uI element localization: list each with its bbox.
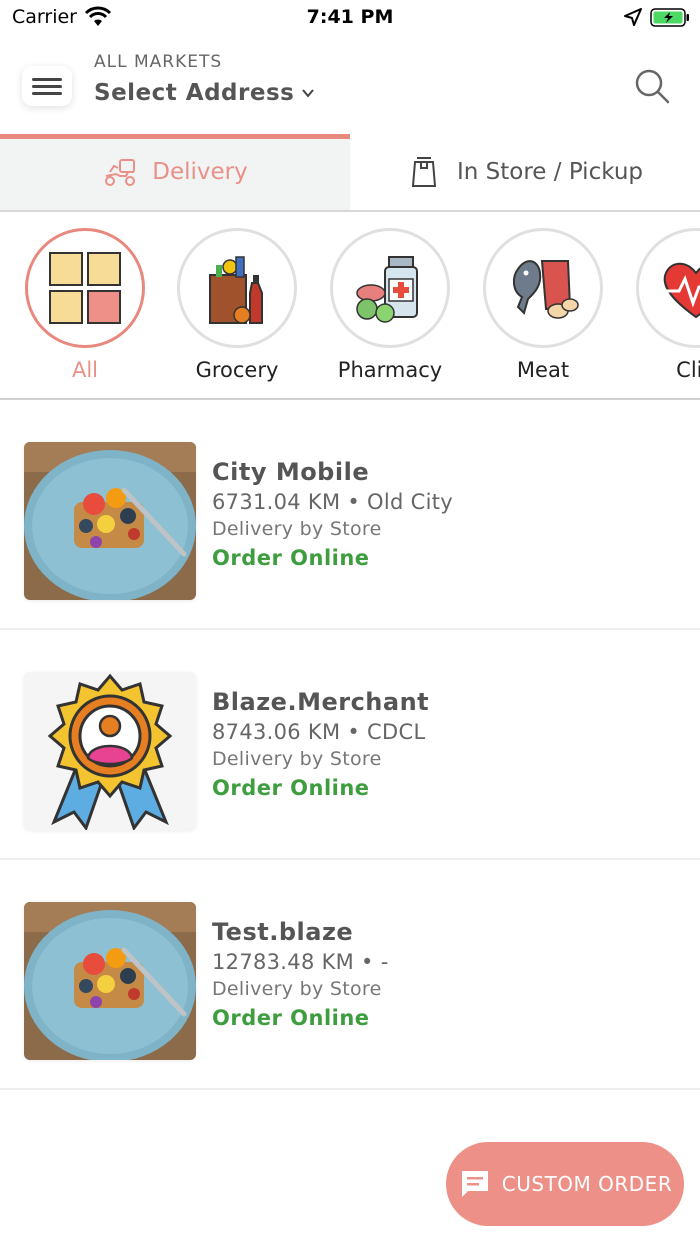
tab-in-store-label: In Store / Pickup <box>456 159 644 185</box>
category-meat-label: Meat <box>516 358 570 382</box>
order-online-link[interactable]: Order Online <box>212 546 453 570</box>
status-time: 7:41 PM <box>306 6 394 28</box>
order-online-link[interactable]: Order Online <box>212 1006 389 1030</box>
grocery-bag-icon <box>209 256 263 324</box>
category-grocery-circle <box>177 228 297 348</box>
category-grocery[interactable]: Grocery <box>167 228 307 382</box>
battery-icon <box>650 8 689 27</box>
store-info: City Mobile 6731.04 KM • Old City Delive… <box>212 458 453 570</box>
store-distance: 8743.06 KM • CDCL <box>212 720 426 744</box>
category-all[interactable]: All <box>15 228 155 382</box>
tab-delivery-label: Delivery <box>152 159 248 185</box>
store-card[interactable]: City Mobile 6731.04 KM • Old City Delive… <box>0 400 700 630</box>
heart-pulse-icon <box>661 262 700 319</box>
tab-in-store-pickup[interactable]: In Store / Pickup <box>350 134 700 210</box>
category-pharmacy[interactable]: Pharmacy <box>320 228 460 382</box>
category-all-label: All <box>71 358 99 382</box>
status-bar: Carrier 7:41 PM <box>0 0 700 36</box>
address-selector[interactable]: Select Address <box>94 80 316 106</box>
store-distance: 12783.48 KM • - <box>212 950 389 974</box>
category-meat-circle <box>483 228 603 348</box>
category-clinic-label: Clin <box>676 358 700 382</box>
menu-button[interactable] <box>22 66 72 106</box>
custom-order-button[interactable]: CUSTOM ORDER <box>446 1142 684 1226</box>
location-arrow-icon <box>624 8 642 26</box>
food-plate-image <box>24 442 196 600</box>
store-image <box>24 672 196 830</box>
order-online-link[interactable]: Order Online <box>212 776 429 800</box>
app-header: ALL MARKETS Select Address <box>0 36 700 134</box>
chevron-down-icon <box>302 89 315 98</box>
fulfillment-tabs: Delivery In Store / Pickup <box>0 134 700 212</box>
category-pharmacy-label: Pharmacy <box>337 358 443 382</box>
store-info: Test.blaze 12783.48 KM • - Delivery by S… <box>212 918 389 1030</box>
store-card[interactable]: Blaze.Merchant 8743.06 KM • CDCL Deliver… <box>0 630 700 860</box>
scooter-icon <box>105 159 136 186</box>
category-pharmacy-circle <box>330 228 450 348</box>
market-label: ALL MARKETS <box>94 52 223 72</box>
store-name: Test.blaze <box>212 918 354 946</box>
pharmacy-icon <box>356 256 418 323</box>
address-label: Select Address <box>94 80 295 106</box>
chat-bubble-icon <box>461 1171 488 1197</box>
store-image <box>24 442 196 600</box>
search-icon[interactable] <box>632 66 672 106</box>
store-name: City Mobile <box>212 458 370 486</box>
category-grocery-label: Grocery <box>195 358 279 382</box>
store-info: Blaze.Merchant 8743.06 KM • CDCL Deliver… <box>212 688 429 800</box>
tab-delivery[interactable]: Delivery <box>0 134 350 210</box>
store-card[interactable]: Test.blaze 12783.48 KM • - Delivery by S… <box>0 860 700 1090</box>
custom-order-label: CUSTOM ORDER <box>501 1172 673 1196</box>
store-name: Blaze.Merchant <box>212 688 430 716</box>
grid-icon <box>49 252 121 324</box>
category-clinic-circle <box>636 228 700 348</box>
store-image <box>24 902 196 1060</box>
store-delivery-type: Delivery by Store <box>212 748 382 770</box>
store-distance: 6731.04 KM • Old City <box>212 490 453 514</box>
category-clinic[interactable]: Clin <box>626 228 700 382</box>
badge-image <box>24 672 196 830</box>
food-plate-image <box>24 902 196 1060</box>
store-delivery-type: Delivery by Store <box>212 978 382 1000</box>
category-meat[interactable]: Meat <box>473 228 613 382</box>
store-delivery-type: Delivery by Store <box>212 518 382 540</box>
hamburger-icon <box>32 78 62 95</box>
category-list: All Grocery Pharmacy Meat Cl <box>0 212 700 400</box>
bag-icon <box>411 157 437 187</box>
meat-icon <box>512 260 579 319</box>
category-all-circle <box>25 228 145 348</box>
